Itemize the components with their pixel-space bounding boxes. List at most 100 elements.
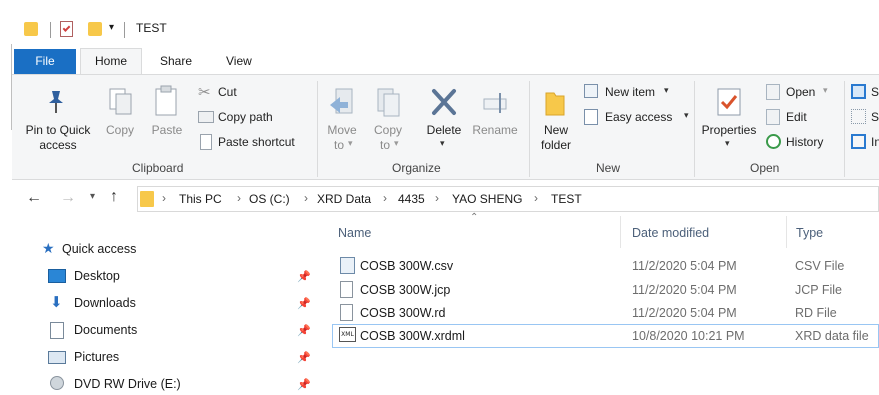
nav-item-documents[interactable]: Documents 📌 [48, 321, 318, 341]
file-name: COSB 300W.jcp [360, 283, 451, 297]
new-folder-icon [544, 89, 566, 117]
dvd-drive-icon [50, 376, 64, 390]
csv-file-icon [340, 257, 355, 274]
separator [50, 22, 51, 38]
new-folder-button[interactable]: New folder [534, 85, 578, 155]
table-row[interactable]: COSB 300W.rd 11/2/2020 5:04 PM RD File [334, 302, 879, 324]
new-item-button[interactable]: New item ▾ [584, 83, 694, 103]
breadcrumb-this-pc[interactable]: This PC [179, 192, 222, 206]
new-item-chevron-icon: ▾ [664, 85, 669, 95]
invert-selection-button[interactable]: In [851, 133, 879, 153]
breadcrumb-chevron-icon[interactable]: › [237, 191, 241, 205]
edit-button[interactable]: Edit [766, 108, 846, 128]
column-separator[interactable] [620, 216, 621, 248]
select-none-button[interactable]: S [851, 108, 879, 128]
nav-documents-label: Documents [74, 323, 138, 337]
copy-to-icon [374, 87, 402, 119]
nav-item-dvd-drive[interactable]: DVD RW Drive (E:) 📌 [48, 375, 318, 395]
column-separator[interactable] [786, 216, 787, 248]
open-button[interactable]: Open ▾ [766, 83, 846, 103]
copy-path-button[interactable]: Copy path [198, 108, 298, 128]
window-title: TEST [136, 21, 167, 35]
breadcrumb-yao-sheng[interactable]: YAO SHENG [452, 192, 522, 206]
paste-shortcut-icon [200, 134, 212, 150]
breadcrumb-chevron-icon[interactable]: › [304, 191, 308, 205]
up-arrow-icon[interactable]: ↑ [110, 188, 118, 206]
history-icon [766, 134, 781, 149]
separator [124, 22, 125, 38]
select-all-button[interactable]: S [851, 83, 879, 103]
copy-button[interactable]: Copy [100, 85, 140, 145]
rename-button[interactable]: Rename [470, 85, 520, 145]
pin-to-quick-access-button[interactable]: Pin to Quick access [18, 85, 92, 155]
nav-quick-access[interactable]: ★ Quick access [42, 240, 162, 260]
back-arrow-icon[interactable]: ← [26, 189, 42, 207]
star-icon: ★ [42, 240, 55, 256]
breadcrumb-chevron-icon[interactable]: › [534, 191, 538, 205]
cut-button[interactable]: ✂ Cut [198, 83, 258, 103]
paste-button[interactable]: Paste [146, 85, 188, 145]
properties-icon [716, 87, 742, 117]
folder-icon [24, 22, 38, 36]
recent-locations-chevron-icon[interactable]: ▾ [90, 191, 95, 202]
new-item-icon [584, 84, 598, 98]
properties-quick-icon[interactable] [60, 21, 73, 37]
new-group-label: New [596, 161, 621, 175]
navigation-pane: ★ Quick access Desktop 📌 ⬇ Downloads 📌 D… [12, 218, 324, 391]
group-separator [844, 81, 845, 177]
easy-access-button[interactable]: Easy access ▾ [584, 108, 704, 128]
column-header-type[interactable]: Type [796, 226, 823, 240]
pin-icon [46, 89, 66, 115]
paste-label: Paste [151, 123, 183, 137]
file-type: CSV File [795, 259, 845, 273]
group-separator [529, 81, 530, 177]
move-to-button[interactable]: Move to ▾ [322, 85, 362, 155]
breadcrumb-4435[interactable]: 4435 [398, 192, 425, 206]
nav-item-pictures[interactable]: Pictures 📌 [48, 348, 318, 368]
table-row[interactable]: COSB 300W.jcp 11/2/2020 5:04 PM JCP File [334, 279, 879, 301]
file-type: XRD data file [795, 329, 869, 343]
copy-to-label-1: Copy [373, 123, 402, 137]
nav-item-desktop[interactable]: Desktop 📌 [48, 267, 318, 287]
address-bar[interactable]: › This PC › OS (C:) › XRD Data › 4435 › … [137, 186, 879, 212]
edit-icon [766, 109, 780, 125]
file-date: 11/2/2020 5:04 PM [632, 306, 737, 320]
tab-share[interactable]: Share [150, 50, 202, 74]
breadcrumb-test[interactable]: TEST [551, 192, 582, 206]
pin-icon[interactable]: 📌 [297, 270, 311, 283]
xml-file-icon: XML [339, 327, 356, 342]
copy-to-chevron-icon: ▾ [394, 138, 399, 148]
select-all-icon [851, 84, 866, 99]
pin-icon[interactable]: 📌 [297, 351, 311, 364]
breadcrumb-os-c[interactable]: OS (C:) [249, 192, 290, 206]
breadcrumb-chevron-icon[interactable]: › [383, 191, 387, 205]
breadcrumb-xrd-data[interactable]: XRD Data [317, 192, 371, 206]
breadcrumb-chevron-icon[interactable]: › [162, 191, 166, 205]
delete-button[interactable]: Delete ▾ [422, 85, 466, 155]
paste-shortcut-button[interactable]: Paste shortcut [198, 133, 318, 153]
open-chevron-icon: ▾ [823, 85, 828, 95]
pin-icon[interactable]: 📌 [297, 324, 311, 337]
nav-dvd-drive-label: DVD RW Drive (E:) [74, 377, 181, 391]
forward-arrow-icon[interactable]: → [60, 189, 76, 207]
column-header-date-modified[interactable]: Date modified [632, 226, 709, 240]
pin-icon[interactable]: 📌 [297, 297, 311, 310]
table-row[interactable]: COSB 300W.csv 11/2/2020 5:04 PM CSV File [334, 255, 879, 277]
tab-home[interactable]: Home [80, 48, 142, 75]
quick-access-dropdown-icon[interactable]: ▾ [109, 22, 114, 33]
cut-label: Cut [218, 85, 237, 99]
properties-button[interactable]: Properties ▾ [698, 85, 760, 155]
move-to-label-1: Move [327, 123, 357, 137]
tab-view[interactable]: View [216, 50, 262, 74]
table-row[interactable]: XML COSB 300W.xrdml 10/8/2020 10:21 PM X… [334, 325, 879, 347]
copy-to-button[interactable]: Copy to ▾ [368, 85, 408, 155]
tab-file[interactable]: File [14, 49, 76, 75]
column-header-name[interactable]: Name [338, 226, 371, 240]
new-folder-quick-icon[interactable] [88, 22, 102, 36]
breadcrumb-chevron-icon[interactable]: › [435, 191, 439, 205]
history-button[interactable]: History [766, 133, 846, 153]
history-label: History [786, 135, 824, 149]
nav-item-downloads[interactable]: ⬇ Downloads 📌 [48, 294, 318, 314]
download-arrow-icon: ⬇ [50, 294, 63, 311]
copy-path-label: Copy path [218, 110, 273, 124]
